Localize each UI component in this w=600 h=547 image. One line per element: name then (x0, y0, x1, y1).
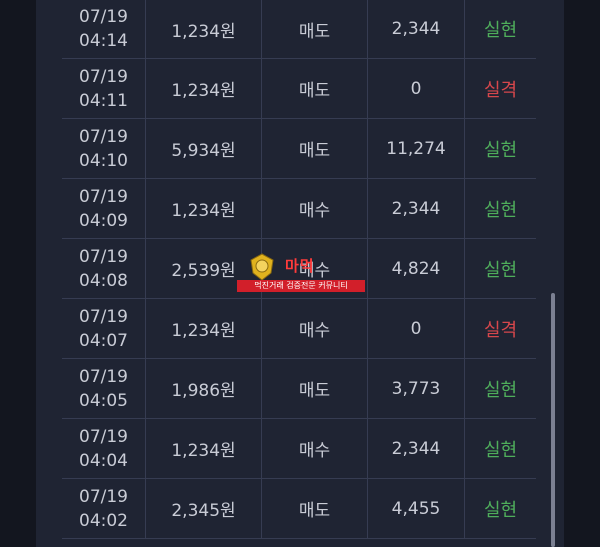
trade-date: 07/19 (79, 426, 128, 447)
trade-time-cell: 07/19 04:02 (62, 479, 146, 538)
trade-type-cell: 매도 (262, 119, 368, 178)
trade-result-cell: 실격 (483, 319, 518, 341)
trade-price-cell: 1,234원 (146, 0, 262, 58)
trade-price-cell: 1,234원 (146, 419, 262, 478)
table-row[interactable]: 07/19 04:14 1,234원 매도 2,344 실현 (62, 0, 536, 59)
trade-profit-cell: 2,344 (368, 179, 465, 238)
watermark-logo: 마먹 먹진거래 검증전문 커뮤니티 (237, 253, 365, 293)
trade-type-cell: 매도 (262, 0, 368, 58)
trade-time: 04:09 (79, 210, 128, 231)
trade-time: 04:04 (79, 450, 128, 471)
trade-time-cell: 07/19 04:07 (62, 299, 146, 358)
trade-profit-cell: 2,344 (368, 419, 465, 478)
trade-date: 07/19 (79, 366, 128, 387)
trade-time: 04:10 (79, 150, 128, 171)
table-row[interactable]: 07/19 04:02 2,345원 매도 4,455 실현 (62, 479, 536, 539)
trade-result-cell: 실현 (483, 499, 518, 521)
trade-result-cell: 실현 (483, 199, 518, 221)
trade-price-cell: 1,986원 (146, 359, 262, 418)
trade-time: 04:07 (79, 330, 128, 351)
trade-date: 07/19 (79, 7, 128, 27)
trade-date: 07/19 (79, 186, 128, 207)
trade-result-cell: 실격 (483, 79, 518, 101)
trade-date: 07/19 (79, 486, 128, 507)
trade-price-cell: 1,234원 (146, 299, 262, 358)
trade-type-cell: 매수 (262, 419, 368, 478)
watermark-tagline: 먹진거래 검증전문 커뮤니티 (254, 281, 348, 290)
trade-date: 07/19 (79, 246, 128, 267)
trade-price-cell: 1,234원 (146, 179, 262, 238)
watermark-emblem-icon (250, 253, 274, 281)
trade-time: 04:02 (79, 510, 128, 531)
trade-type-cell: 매도 (262, 479, 368, 538)
trade-date: 07/19 (79, 126, 128, 147)
trade-result-cell: 실현 (483, 439, 518, 461)
trade-time-cell: 07/19 04:14 (62, 0, 146, 58)
trade-price-cell: 2,345원 (146, 479, 262, 538)
trade-profit-cell: 3,773 (368, 359, 465, 418)
table-row[interactable]: 07/19 04:04 1,234원 매수 2,344 실현 (62, 419, 536, 479)
trade-date: 07/19 (79, 66, 128, 87)
trade-result-cell: 실현 (483, 379, 518, 401)
trade-time-cell: 07/19 04:08 (62, 239, 146, 298)
table-row[interactable]: 07/19 04:05 1,986원 매도 3,773 실현 (62, 359, 536, 419)
trade-time: 04:11 (79, 90, 128, 111)
trade-result-cell: 실현 (483, 139, 518, 161)
trade-result-cell: 실현 (483, 259, 518, 281)
table-row[interactable]: 07/19 04:07 1,234원 매수 0 실격 (62, 299, 536, 359)
trade-time-cell: 07/19 04:05 (62, 359, 146, 418)
table-row[interactable]: 07/19 04:10 5,934원 매도 11,274 실현 (62, 119, 536, 179)
trade-time: 04:08 (79, 270, 128, 291)
trade-time-cell: 07/19 04:10 (62, 119, 146, 178)
trade-profit-cell: 2,344 (368, 0, 465, 58)
trade-type-cell: 매수 (262, 179, 368, 238)
trade-time-cell: 07/19 04:11 (62, 59, 146, 118)
trade-time-cell: 07/19 04:09 (62, 179, 146, 238)
trade-result-cell: 실현 (483, 20, 518, 41)
watermark-brand-text: 마먹 (285, 257, 315, 275)
table-row[interactable]: 07/19 04:11 1,234원 매도 0 실격 (62, 59, 536, 119)
trade-type-cell: 매도 (262, 359, 368, 418)
trade-price-cell: 1,234원 (146, 59, 262, 118)
trade-date: 07/19 (79, 306, 128, 327)
trade-profit-cell: 11,274 (368, 119, 465, 178)
trade-type-cell: 매도 (262, 59, 368, 118)
trade-price-cell: 5,934원 (146, 119, 262, 178)
trade-time: 04:05 (79, 390, 128, 411)
trade-profit-cell: 0 (368, 299, 465, 358)
scrollbar-thumb[interactable] (551, 293, 555, 547)
trade-type-cell: 매수 (262, 299, 368, 358)
trade-profit-cell: 4,455 (368, 479, 465, 538)
trade-profit-cell: 0 (368, 59, 465, 118)
table-row[interactable]: 07/19 04:09 1,234원 매수 2,344 실현 (62, 179, 536, 239)
trade-time-cell: 07/19 04:04 (62, 419, 146, 478)
trade-time: 04:14 (79, 31, 128, 51)
screen-background: 07/19 04:14 1,234원 매도 2,344 실현 07/19 04:11 1,234… (0, 0, 600, 547)
trade-profit-cell: 4,824 (368, 239, 465, 298)
